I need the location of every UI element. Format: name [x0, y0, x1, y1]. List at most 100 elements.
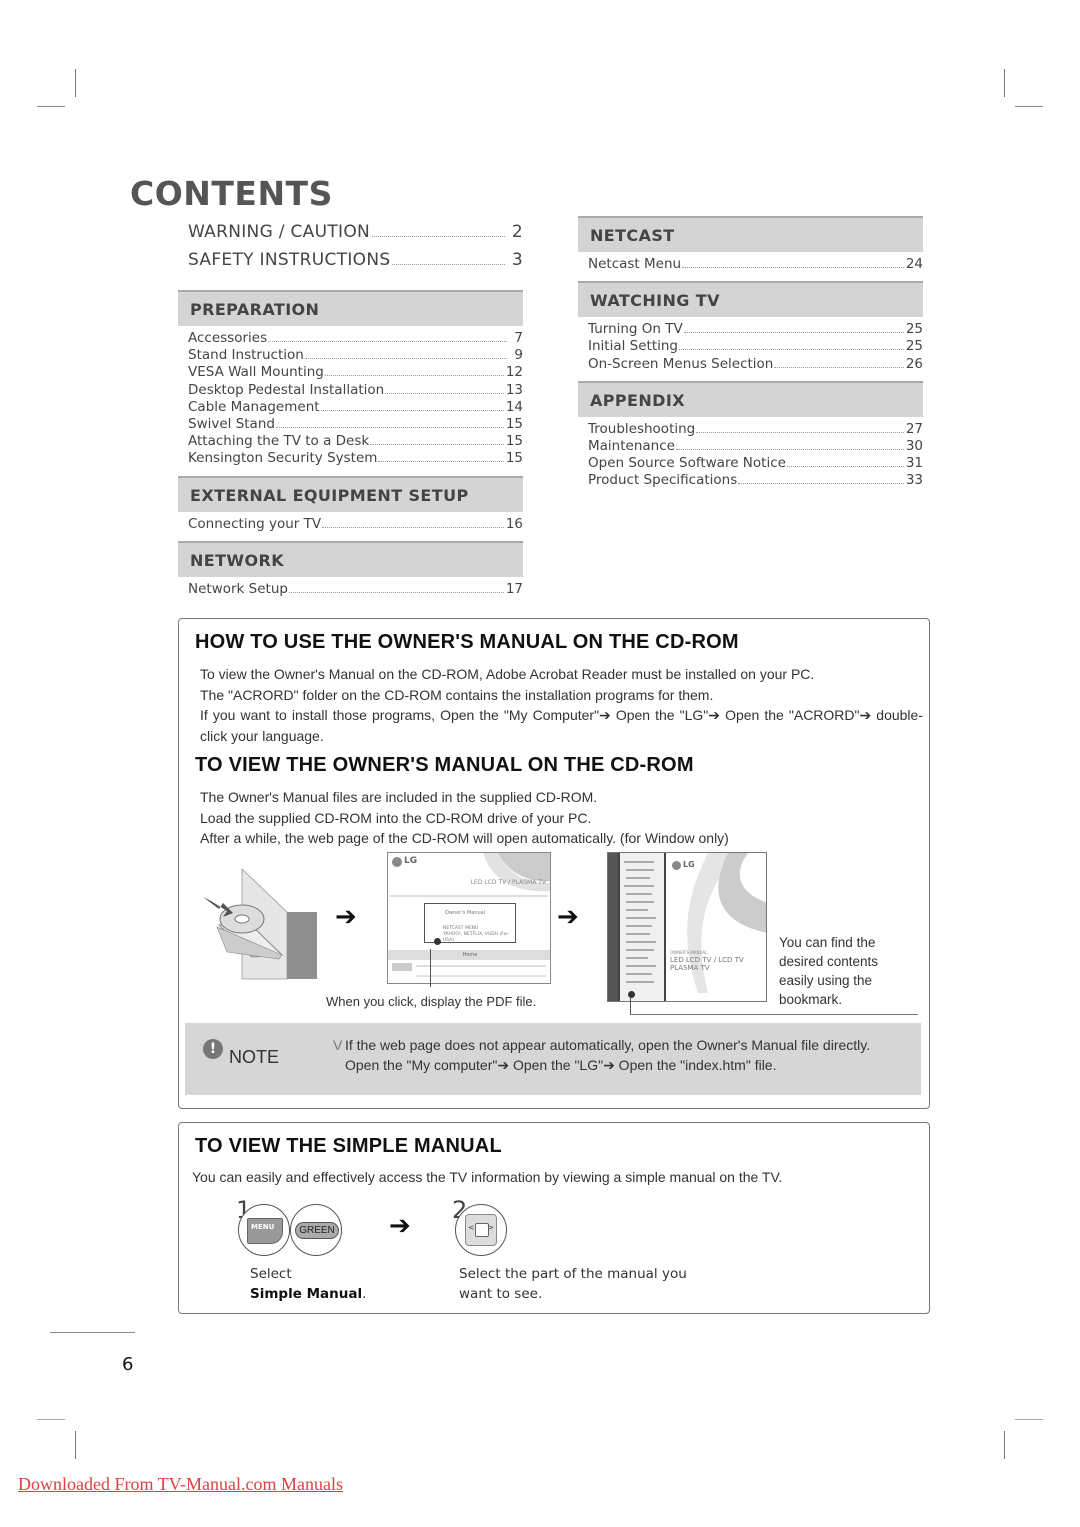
toc-entry[interactable]: Connecting your TV 16 [188, 516, 523, 533]
paragraph-line: Load the supplied CD-ROM into the CD-ROM… [200, 809, 592, 826]
cover-swoosh [687, 853, 766, 993]
toc-entry-page: 25 [905, 321, 923, 338]
nav-pad[interactable]: < > [465, 1214, 497, 1246]
step1-target: Simple Manual. [250, 1284, 366, 1304]
step1-instructions: Select Simple Manual. [250, 1264, 366, 1304]
toc-entry[interactable]: Maintenance 30 [588, 438, 923, 455]
toc-section-heading[interactable]: APPENDIX [578, 380, 923, 417]
acrobat-icon [392, 963, 412, 971]
how-to-use-text: To view the Owner's Manual on the CD-ROM… [200, 664, 923, 746]
toc-section-list: Netcast Menu 24 [578, 252, 923, 281]
note-text: V If the web page does not appear automa… [333, 1037, 913, 1074]
note-panel: ! NOTE V If the web page does not appear… [185, 1023, 921, 1095]
toc-entry-title: Attaching the TV to a Desk [188, 433, 370, 450]
toc-entry[interactable]: Troubleshooting 27 [588, 421, 923, 438]
toc-entry[interactable]: Desktop Pedestal Installation 13 [188, 382, 523, 399]
cover-product-line: PLASMA TV [670, 964, 710, 972]
toc-section-heading[interactable]: WATCHING TV [578, 281, 923, 318]
callout-line [630, 997, 631, 1014]
dot-leader [304, 358, 507, 360]
page-number-rule [50, 1332, 135, 1333]
step1-text: Select [250, 1266, 292, 1282]
dot-leader [275, 426, 504, 428]
toc-entry[interactable]: Initial Setting 25 [588, 338, 923, 355]
dot-leader [675, 448, 904, 450]
dot-leader [679, 349, 904, 351]
owners-manual-link[interactable]: Owner's Manual [445, 910, 485, 916]
caption-click-pdf: When you click, display the PDF file. [326, 994, 537, 1009]
nav-left-icon: < [468, 1223, 475, 1232]
toc-entry-title: Accessories [188, 330, 268, 346]
toc-entry[interactable]: Turning On TV 25 [588, 321, 923, 338]
toc-section-heading[interactable]: NETCAST [578, 216, 923, 252]
toc-right-sections: NETCAST Netcast Menu 24 WATCHING TV Turning … [578, 216, 923, 498]
toc-entry[interactable]: Attaching the TV to a Desk 15 [188, 433, 523, 450]
toc-entry[interactable]: Netcast Menu 24 [588, 256, 923, 273]
toc-entry[interactable]: Stand Instruction 9 [188, 347, 523, 364]
page-number: 6 [122, 1354, 134, 1375]
dot-leader [322, 526, 504, 528]
toc-left-sections: PREPARATION Accessories 7 Stand Instruction… [178, 290, 523, 606]
toc-section-heading[interactable]: EXTERNAL EQUIPMENT SETUP [178, 475, 523, 512]
toc-entry-page: 15 [505, 415, 523, 432]
toc-entry[interactable]: Cable Management 14 [188, 399, 523, 416]
toc-entry-safety[interactable]: SAFETY INSTRUCTIONS 3 [178, 250, 523, 278]
note-label: NOTE [229, 1047, 280, 1067]
toc-entry[interactable]: Open Source Software Notice 31 [588, 455, 923, 472]
toc-entry[interactable]: Accessories 7 [188, 330, 523, 347]
dot-leader [786, 466, 904, 468]
toc-entry-warning[interactable]: WARNING / CAUTION 2 [178, 222, 523, 250]
toc-entry-title: Open Source Software Notice [588, 455, 786, 472]
toc-entry[interactable]: Kensington Security System 15 [188, 450, 523, 467]
step2-text: want to see. [459, 1286, 543, 1302]
toc-entry[interactable]: On-Screen Menus Selection 26 [588, 356, 923, 373]
to-view-owners-manual-title: TO VIEW THE OWNER'S MANUAL ON THE CD-ROM [195, 754, 694, 776]
toc-entry-page: 12 [505, 364, 523, 381]
toc-entry[interactable]: Swivel Stand 15 [188, 416, 523, 433]
home-bar: Home [388, 950, 550, 960]
toc-entry[interactable]: Product Specifications 33 [588, 472, 923, 489]
dot-leader [288, 591, 504, 593]
toc-entry-title: Troubleshooting [588, 420, 696, 437]
crop-mark [75, 1431, 76, 1459]
toc-entry[interactable]: Network Setup 17 [188, 581, 523, 598]
toc-entry-page: 33 [905, 472, 923, 489]
menu-key[interactable]: MENU [247, 1218, 283, 1244]
simple-manual-box: TO VIEW THE SIMPLE MANUAL You can easily… [178, 1122, 930, 1314]
step2-instructions: Select the part of the manual you want t… [459, 1264, 687, 1304]
toc-section-list: Connecting your TV 16 [178, 512, 523, 541]
download-source-link[interactable]: Downloaded From TV-Manual.com Manuals [18, 1474, 343, 1495]
toc-entry-title: Netcast Menu [588, 256, 682, 272]
arrow-icon: ➔ [557, 902, 579, 932]
toc-entry-title: Swivel Stand [188, 415, 275, 432]
cd-webpage-screenshot: LG LED LCD TV / PLASMA TV Owner's Manual… [387, 852, 551, 984]
toc-entry-page: 31 [905, 455, 923, 472]
arrow-icon: ➔ [389, 1211, 411, 1241]
toc-section-heading[interactable]: NETWORK [178, 540, 523, 577]
toc-entry-title: Initial Setting [588, 338, 678, 355]
toc-entry[interactable]: VESA Wall Mounting 12 [188, 364, 523, 381]
crop-mark [75, 69, 76, 97]
toc-entry-title: Network Setup [188, 580, 288, 597]
simple-manual-intro: You can easily and effectively access th… [192, 1169, 783, 1185]
dot-leader [320, 409, 504, 411]
owners-manual-label: OWNER'S MANUAL [670, 950, 708, 955]
paragraph-line: After a while, the web page of the CD-RO… [200, 830, 729, 846]
toc-entry-title: Stand Instruction [188, 347, 304, 364]
navigation-button-circle: < > [455, 1204, 507, 1256]
netcast-link[interactable]: NETCAST MENU YAHOO!, NETFLIX, VUDU (For … [443, 926, 515, 944]
toc-entry-page: 25 [905, 338, 923, 355]
toc-entry-page: 15 [505, 450, 523, 467]
text-placeholder [416, 965, 546, 967]
crop-mark [37, 106, 65, 107]
toc-section-list: Accessories 7 Stand Instruction 9 VESA Wall … [178, 326, 523, 476]
dot-leader [385, 392, 504, 394]
to-view-owners-manual-text: The Owner's Manual files are included in… [200, 787, 923, 849]
language-links [416, 975, 546, 977]
dot-leader [683, 332, 904, 334]
dot-leader [682, 267, 904, 268]
green-key[interactable]: GREEN [295, 1222, 339, 1239]
cover-product-line: LED LCD TV / LCD TV [670, 956, 744, 964]
text-placeholder [390, 895, 548, 897]
toc-section-heading[interactable]: PREPARATION [178, 290, 523, 326]
